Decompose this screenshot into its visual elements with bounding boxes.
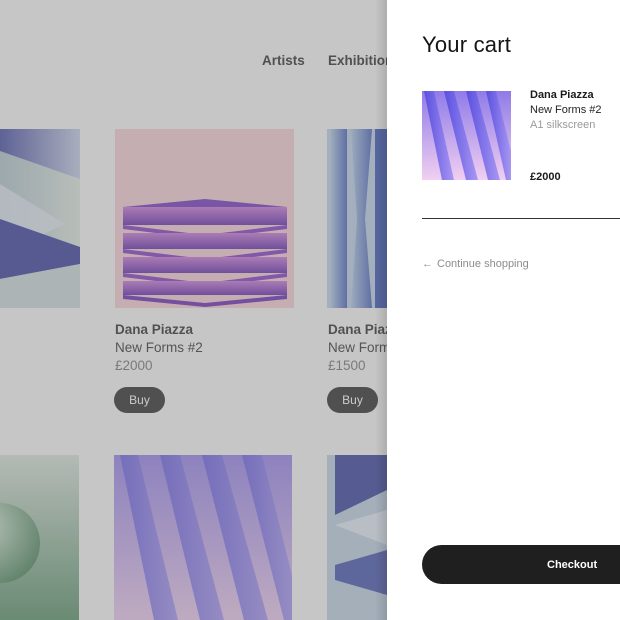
- page-dim-overlay[interactable]: [0, 0, 387, 620]
- cart-title: Your cart: [422, 32, 512, 57]
- cart-drawer: Your cart Dana Piazza New Forms #2 A1 si…: [387, 0, 620, 620]
- cart-divider: [422, 218, 620, 219]
- checkout-button[interactable]: Checkout: [422, 545, 620, 584]
- continue-shopping-label: Continue shopping: [437, 258, 529, 270]
- continue-shopping-link[interactable]: ← Continue shopping: [422, 258, 529, 270]
- cart-item-medium: A1 silkscreen: [530, 119, 596, 131]
- cart-item-price: £2000: [530, 171, 561, 183]
- drawer-shadow: [375, 0, 387, 620]
- cart-item-title: New Forms #2: [530, 104, 602, 116]
- cart-item-artist: Dana Piazza: [530, 89, 594, 101]
- arrow-left-icon: ←: [422, 258, 433, 270]
- cart-item-thumbnail[interactable]: [422, 91, 511, 180]
